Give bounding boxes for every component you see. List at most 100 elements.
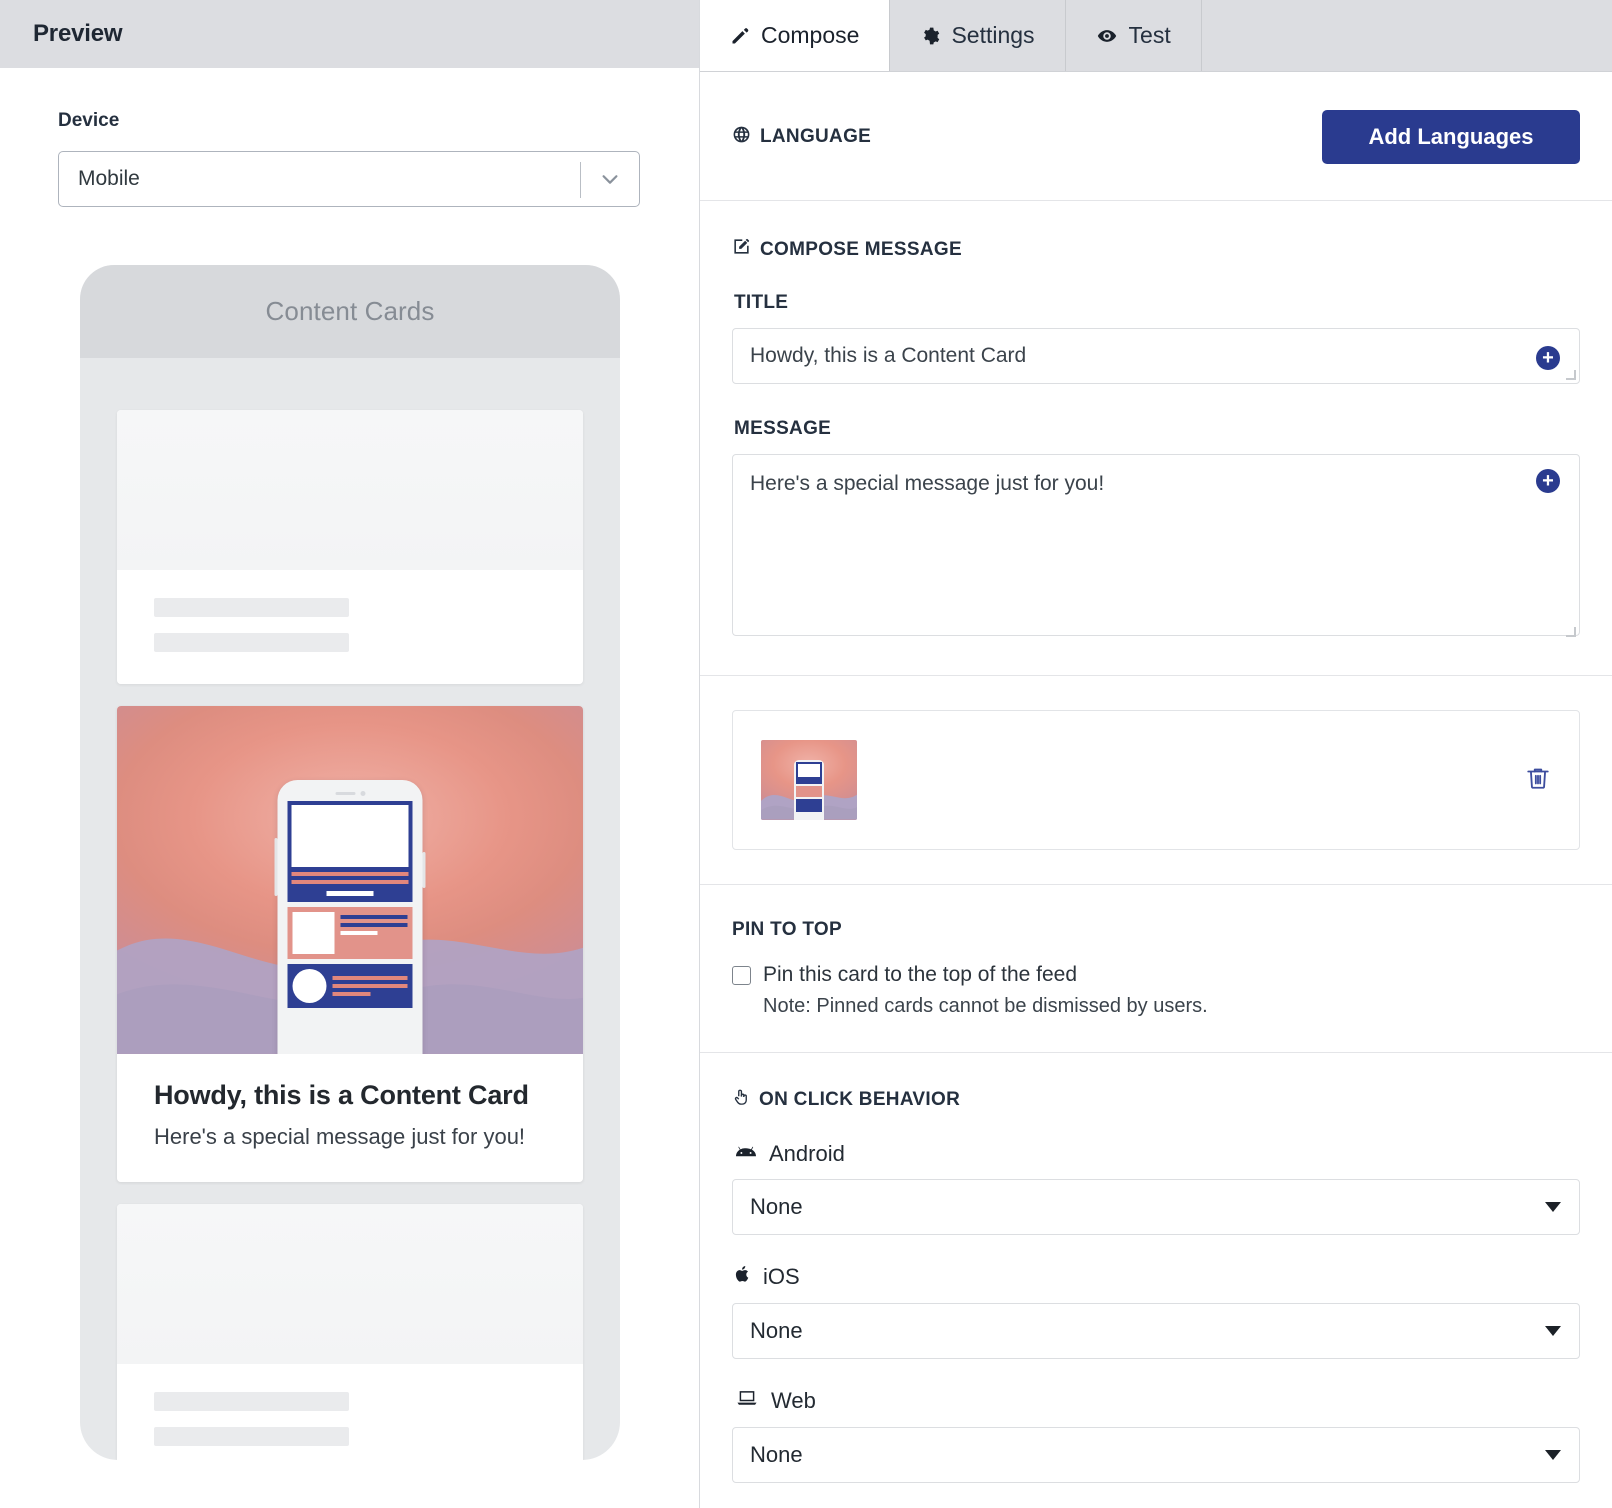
content-card-feed: Howdy, this is a Content Card Here's a s… — [80, 358, 620, 1460]
content-card-text: Howdy, this is a Content Card Here's a s… — [117, 1054, 583, 1182]
editor-panel: Compose Settings Test LANGUAGE Add Langu… — [700, 0, 1612, 1508]
chevron-down-icon — [599, 168, 621, 190]
plus-circle-icon[interactable]: + — [1536, 346, 1560, 370]
pin-checkbox-label: Pin this card to the top of the feed — [763, 963, 1078, 986]
illustration-card-captioned — [287, 907, 413, 959]
thumbnail-phone — [794, 760, 824, 820]
placeholder-image — [117, 410, 583, 570]
media-section — [700, 676, 1612, 884]
phone-preview-frame: Content Cards Howdy, this is a Content C… — [80, 265, 620, 1460]
language-heading: LANGUAGE — [732, 125, 871, 150]
thumbnail-image-area — [798, 764, 820, 777]
apple-icon — [734, 1263, 752, 1291]
android-platform-label: Android — [734, 1141, 1580, 1167]
ios-action-select[interactable]: None — [732, 1303, 1580, 1359]
illustration-text-line — [332, 976, 408, 980]
eye-icon — [1096, 26, 1118, 46]
caret-down-icon — [1545, 1326, 1561, 1336]
placeholder-card-bottom — [117, 1204, 583, 1460]
page-title: Preview — [33, 20, 123, 47]
pin-checkbox-row[interactable]: Pin this card to the top of the feed — [732, 963, 1580, 987]
web-label-text: Web — [771, 1388, 816, 1413]
title-field-wrap: + — [732, 328, 1580, 384]
phone-camera — [360, 791, 365, 796]
content-card-message: Here's a special message just for you! — [154, 1124, 526, 1149]
title-input[interactable] — [732, 328, 1580, 384]
illustration-text-lines — [340, 912, 408, 939]
illustration-phone — [274, 780, 426, 1054]
placeholder-line — [154, 598, 349, 617]
android-label-text: Android — [769, 1141, 845, 1166]
placeholder-line — [154, 1427, 349, 1446]
ios-platform-label: iOS — [734, 1263, 1580, 1291]
compose-heading-label: COMPOSE MESSAGE — [760, 238, 962, 260]
content-card-hero-image — [117, 706, 583, 1054]
message-field-wrap: + — [732, 454, 1580, 641]
editor-tabbar: Compose Settings Test — [700, 0, 1612, 72]
compose-icon — [732, 237, 751, 262]
ios-label-text: iOS — [763, 1264, 800, 1289]
content-card-preview[interactable]: Howdy, this is a Content Card Here's a s… — [117, 706, 583, 1182]
illustration-text-line — [332, 984, 408, 988]
on-click-behavior-section: ON CLICK BEHAVIOR Android None iOS None — [700, 1053, 1612, 1483]
android-action-select[interactable]: None — [732, 1179, 1580, 1235]
thumbnail-card — [796, 799, 822, 812]
placeholder-image — [117, 1204, 583, 1364]
gear-icon — [920, 26, 940, 46]
pin-heading-label: PIN TO TOP — [732, 919, 842, 940]
phone-bar-title: Content Cards — [265, 296, 435, 326]
image-thumbnail[interactable] — [761, 740, 857, 820]
plus-circle-icon[interactable]: + — [1536, 469, 1560, 493]
globe-icon — [732, 125, 751, 150]
message-textarea[interactable] — [732, 454, 1580, 636]
pin-checkbox[interactable] — [732, 965, 751, 985]
device-label: Device — [58, 110, 120, 131]
device-select[interactable]: Mobile — [58, 151, 640, 207]
content-card-title: Howdy, this is a Content Card — [154, 1080, 529, 1110]
tab-test-label: Test — [1128, 22, 1171, 48]
web-action-value: None — [750, 1442, 803, 1467]
web-action-select[interactable]: None — [732, 1427, 1580, 1483]
illustration-button — [326, 891, 374, 896]
device-select-value: Mobile — [78, 167, 140, 190]
placeholder-line — [154, 633, 349, 652]
device-selector-block: Device Mobile — [0, 68, 699, 207]
illustration-text-line — [340, 915, 408, 919]
illustration-text-line — [291, 872, 409, 876]
add-languages-button[interactable]: Add Languages — [1322, 110, 1580, 164]
web-platform-label: Web — [734, 1387, 1580, 1415]
phone-side-button — [274, 838, 278, 896]
resize-grip[interactable] — [1566, 370, 1576, 380]
preview-panel: Preview Device Mobile Content Cards Howd… — [0, 0, 700, 1508]
tab-test[interactable]: Test — [1066, 0, 1202, 71]
illustration-text-lines — [332, 976, 408, 996]
language-heading-label: LANGUAGE — [760, 126, 872, 147]
trash-icon[interactable] — [1525, 763, 1551, 798]
tab-settings[interactable]: Settings — [890, 0, 1066, 71]
language-section: LANGUAGE Add Languages — [700, 72, 1612, 200]
message-label: MESSAGE — [734, 418, 832, 439]
placeholder-line — [154, 1392, 349, 1411]
compose-message-section: COMPOSE MESSAGE TITLE + MESSAGE + — [700, 201, 1612, 675]
on-click-heading-label: ON CLICK BEHAVIOR — [759, 1089, 961, 1110]
android-action-value: None — [750, 1194, 803, 1219]
tabbar-filler — [1202, 0, 1612, 71]
tab-compose-label: Compose — [761, 22, 860, 48]
resize-grip[interactable] — [1566, 627, 1576, 637]
caret-down-icon — [1545, 1202, 1561, 1212]
illustration-card-image — [287, 801, 413, 902]
tab-compose[interactable]: Compose — [700, 0, 891, 71]
title-label: TITLE — [734, 292, 789, 313]
placeholder-body — [117, 570, 583, 684]
laptop-icon — [734, 1387, 760, 1415]
illustration-card-avatar — [287, 964, 413, 1008]
illustration-image-area — [291, 805, 409, 867]
phone-speaker — [335, 792, 355, 795]
caret-down-icon — [1545, 1450, 1561, 1460]
pointer-hand-icon — [732, 1087, 750, 1113]
thumbnail-card — [796, 762, 822, 784]
media-row — [732, 710, 1580, 850]
app-root: Preview Device Mobile Content Cards Howd… — [0, 0, 1612, 1508]
illustration-thumbnail — [292, 912, 335, 954]
illustration-avatar — [292, 969, 327, 1003]
